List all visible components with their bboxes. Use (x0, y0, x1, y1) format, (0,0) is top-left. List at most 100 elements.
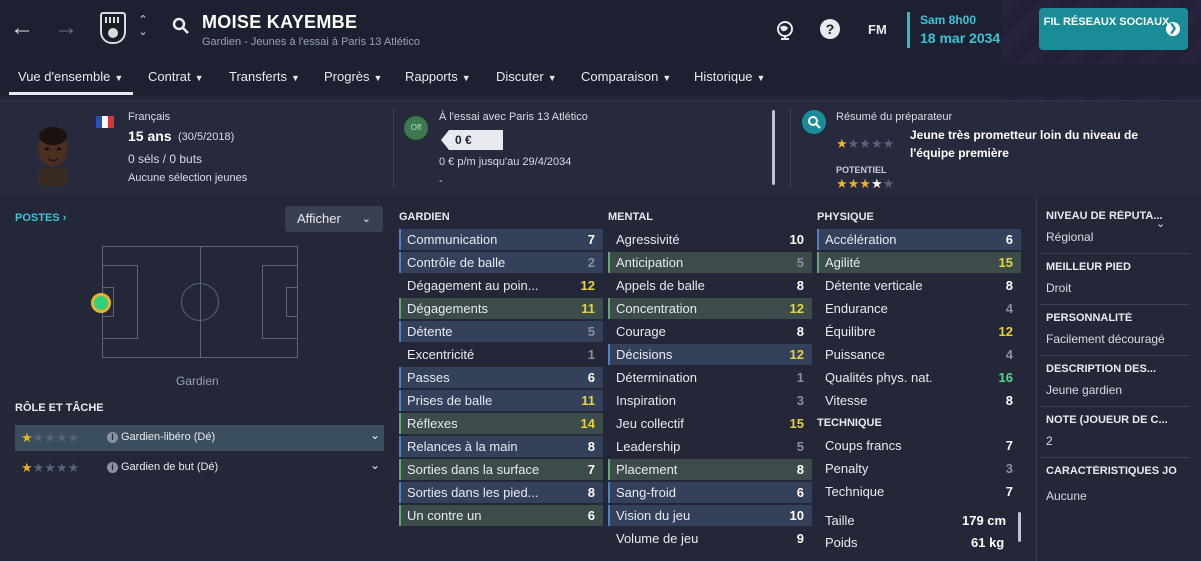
attribute-row[interactable]: Courage 8 (608, 320, 812, 343)
current-date[interactable]: 18 mar 2034 (920, 30, 1000, 46)
attribute-row[interactable]: Relances à la main 8 (399, 435, 603, 458)
attribute-row[interactable]: Réflexes 14 (399, 412, 603, 435)
club-crest-icon[interactable] (100, 12, 126, 44)
attribute-row[interactable]: Dégagement au poin... 12 (399, 274, 603, 297)
chevron-down-icon: ▼ (461, 73, 471, 83)
attribute-value: 15 (789, 416, 804, 431)
attribute-row[interactable]: Agressivité 10 (608, 228, 812, 251)
attribute-row[interactable]: Placement 8 (608, 458, 812, 481)
attribute-row[interactable]: Volume de jeu 9 (608, 527, 812, 550)
goalkeeper-position-marker[interactable] (91, 293, 111, 313)
attribute-row[interactable]: Détermination 1 (608, 366, 812, 389)
attribute-row[interactable]: Décisions 12 (608, 343, 812, 366)
attribute-row[interactable]: Dégagements 11 (399, 297, 603, 320)
attribute-row[interactable]: Équilibre 12 (817, 320, 1021, 343)
chevron-down-icon[interactable]: ⌄ (370, 458, 380, 472)
description-title: DESCRIPTION DES... (1046, 363, 1157, 375)
mental-attributes: MENTAL Agressivité 10 Anticipation 5 Appels … (608, 208, 812, 550)
attribute-row[interactable]: Vision du jeu 10 (608, 504, 812, 527)
attributes-section-title: PHYSIQUE (817, 211, 874, 223)
attribute-row[interactable]: Penalty 3 (817, 457, 1021, 480)
attributes-section-title: GARDIEN (399, 211, 450, 223)
pitch-diagram (102, 246, 298, 358)
attribute-value: 8 (796, 324, 804, 339)
attribute-label: Agressivité (616, 232, 680, 247)
current-time[interactable]: Sam 8h00 (920, 13, 976, 27)
attribute-row[interactable]: Prises de balle 11 (399, 389, 603, 412)
coach-report-search-icon[interactable] (802, 110, 826, 134)
tab-contract[interactable]: Contrat ▼ (148, 69, 204, 84)
attribute-row[interactable]: Appels de balle 8 (608, 274, 812, 297)
tab-history[interactable]: Historique ▼ (694, 69, 765, 84)
tab-overview[interactable]: Vue d'ensemble ▼ (18, 69, 123, 84)
globe-icon[interactable] (774, 19, 796, 41)
attribute-row[interactable]: Sorties dans les pied... 8 (399, 481, 603, 504)
tab-transfers[interactable]: Transferts ▼ (229, 69, 300, 84)
tab-reports[interactable]: Rapports ▼ (405, 69, 471, 84)
chevron-down-icon[interactable]: ⌄ (370, 428, 380, 442)
tab-comparison[interactable]: Comparaison ▼ (581, 69, 671, 84)
attribute-row[interactable]: Communication 7 (399, 228, 603, 251)
attribute-value: 3 (1005, 461, 1013, 476)
attribute-label: Vitesse (825, 393, 868, 408)
attribute-label: Coups francs (825, 438, 902, 453)
attribute-row[interactable]: Vitesse 8 (817, 389, 1021, 412)
player-avatar[interactable] (30, 122, 76, 186)
attribute-row[interactable]: Jeu collectif 15 (608, 412, 812, 435)
attribute-row[interactable]: Endurance 4 (817, 297, 1021, 320)
info-icon[interactable]: i (107, 462, 118, 473)
attribute-value: 6 (587, 370, 595, 385)
nationality[interactable]: Français (128, 111, 170, 123)
player-subtitle[interactable]: Gardien - Jeunes à l'essai à Paris 13 At… (202, 36, 420, 48)
attribute-label: Excentricité (407, 347, 475, 362)
attribute-row[interactable]: Concentration 12 (608, 297, 812, 320)
tab-discuss[interactable]: Discuter ▼ (496, 69, 557, 84)
attribute-row[interactable]: Sorties dans la surface 7 (399, 458, 603, 481)
fm-menu-icon[interactable]: FM (868, 22, 887, 37)
chevron-down-icon[interactable]: ⌄ (1156, 217, 1165, 230)
attribute-value: 12 (580, 278, 595, 293)
attribute-row[interactable]: Détente 5 (399, 320, 603, 343)
attribute-row[interactable]: Leadership 5 (608, 435, 812, 458)
help-icon[interactable]: ? (820, 19, 840, 39)
search-icon[interactable] (172, 17, 190, 35)
attribute-label: Dégagement au poin... (407, 278, 539, 293)
role-row-sweeper-keeper[interactable]: ★★★★★ i Gardien-libéro (Dé) ⌄ (15, 425, 384, 451)
attribute-row[interactable]: Agilité 15 (817, 251, 1021, 274)
attribute-value: 10 (789, 232, 804, 247)
attribute-row[interactable]: Un contre un 6 (399, 504, 603, 527)
attribute-row[interactable]: Passes 6 (399, 366, 603, 389)
role-row-goalkeeper[interactable]: ★★★★★ i Gardien de but (Dé) ⌄ (15, 455, 384, 481)
attribute-row[interactable]: Puissance 4 (817, 343, 1021, 366)
attribute-value: 2 (587, 255, 595, 270)
attribute-row[interactable]: Anticipation 5 (608, 251, 812, 274)
attributes-scrollbar[interactable] (1018, 512, 1021, 542)
back-arrow-icon[interactable]: ← (8, 14, 36, 42)
attribute-row[interactable]: Contrôle de balle 2 (399, 251, 603, 274)
forward-arrow-icon[interactable]: → (52, 14, 80, 42)
attribute-label: Puissance (825, 347, 885, 362)
position-label: Gardien (176, 374, 219, 388)
attribute-row[interactable]: Excentricité 1 (399, 343, 603, 366)
centre-circle (181, 283, 219, 321)
summary-scrollbar[interactable] (772, 110, 775, 185)
attribute-row[interactable]: Sang-froid 6 (608, 481, 812, 504)
attribute-row[interactable]: Accélération 6 (817, 228, 1021, 251)
attribute-value: 5 (796, 439, 804, 454)
attribute-label: Détente (407, 324, 453, 339)
attribute-row[interactable]: Qualités phys. nat. 16 (817, 366, 1021, 389)
attribute-row[interactable]: Détente verticale 8 (817, 274, 1021, 297)
trial-status[interactable]: À l'essai avec Paris 13 Atlético (439, 111, 588, 123)
attribute-row[interactable]: Technique 7 (817, 480, 1021, 503)
positions-title[interactable]: POSTES › (15, 212, 66, 224)
attribute-row[interactable]: Inspiration 3 (608, 389, 812, 412)
social-feed-button[interactable]: FIL RÉSEAUX SOCIAUX ❯ (1039, 8, 1188, 50)
contract-extra: - (439, 175, 443, 187)
attribute-value: 6 (1005, 232, 1013, 247)
crest-switch-chevrons-icon[interactable]: ⌃ ⌄ (136, 14, 150, 38)
attribute-row[interactable]: Coups francs 7 (817, 434, 1021, 457)
info-icon[interactable]: i (107, 432, 118, 443)
afficher-dropdown[interactable]: Afficher ⌄ (285, 206, 383, 232)
reputation-value: Régional (1046, 230, 1094, 244)
tab-progress[interactable]: Progrès ▼ (324, 69, 382, 84)
